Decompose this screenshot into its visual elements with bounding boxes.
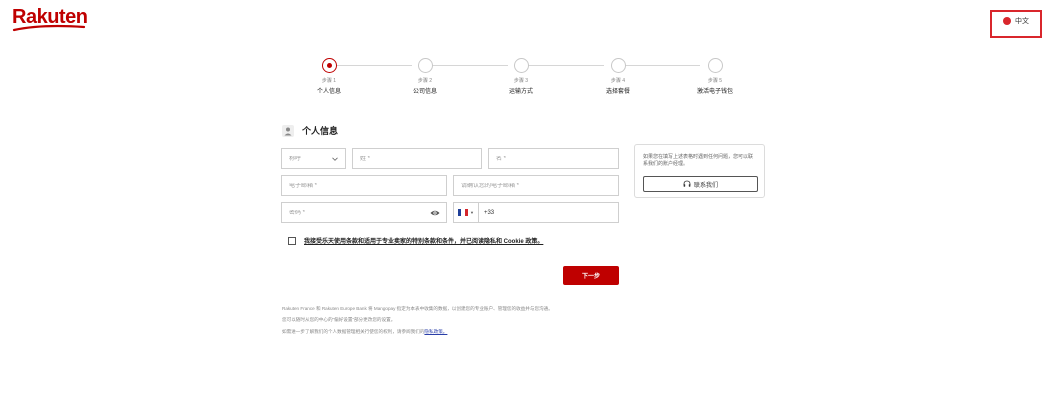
- disclaimer-line-2: 您可以随时从您的中心的“偏好设置”部分更改您的设置。: [282, 317, 396, 322]
- phone-input[interactable]: [497, 209, 578, 216]
- country-code-select[interactable]: ▼: [458, 203, 479, 222]
- eye-icon[interactable]: [430, 209, 440, 217]
- title-select[interactable]: [281, 148, 346, 169]
- email-confirm-field[interactable]: [453, 175, 619, 196]
- step-2: 步骤 2 公司信息: [395, 58, 455, 95]
- step-indicator: [610, 58, 626, 73]
- email-input[interactable]: [289, 182, 446, 189]
- france-flag-icon: [458, 209, 468, 216]
- first-name-input[interactable]: [496, 155, 618, 162]
- section-header: 个人信息: [282, 124, 338, 137]
- chevron-down-icon: [332, 157, 338, 161]
- step-number: 步骤 2: [417, 78, 433, 84]
- help-card: 如果您在填写上述表格时遇到任何问题，您可以联系我们的账户经理。 联系我们: [634, 144, 765, 198]
- progress-stepper: 步骤 1 个人信息 步骤 2 公司信息 步骤 3 运输方式 步骤 4 选择套餐 …: [300, 58, 740, 98]
- step-number: 步骤 4: [610, 78, 626, 84]
- email-confirm-input[interactable]: [461, 182, 618, 189]
- language-label: 中文: [1015, 18, 1029, 25]
- next-button[interactable]: 下一步: [563, 266, 619, 285]
- terms-link[interactable]: 我接受乐天使用条款和适用于专业卖家的特别条款和条件，并已阅读隐私和 Cookie…: [304, 236, 543, 245]
- password-field[interactable]: [281, 202, 447, 223]
- last-name-field[interactable]: [352, 148, 482, 169]
- password-input[interactable]: [289, 209, 446, 216]
- step-name: 个人信息: [316, 89, 341, 95]
- logo-swoosh-icon: [12, 24, 86, 32]
- step-indicator-active: [321, 58, 337, 73]
- disclaimer-line-3: 如需进一步了解我们的个人数据管理相关行使您的权利，请参阅我们的隐私政策。: [282, 329, 447, 335]
- china-flag-icon: [1003, 17, 1011, 25]
- disclaimer-line-1: Rakuten France 和 Rakuten Europe Bank 将 M…: [282, 306, 553, 311]
- step-number: 步骤 1: [321, 78, 337, 84]
- user-icon: [282, 124, 294, 137]
- step-indicator: [707, 58, 723, 73]
- first-name-field[interactable]: [488, 148, 619, 169]
- contact-us-button[interactable]: 联系我们: [643, 176, 758, 192]
- step-4: 步骤 4 选择套餐: [588, 58, 648, 95]
- terms-row: 我接受乐天使用条款和适用于专业卖家的特别条款和条件，并已阅读隐私和 Cookie…: [288, 236, 543, 245]
- step-number: 步骤 3: [513, 78, 529, 84]
- step-name: 公司信息: [412, 89, 437, 95]
- phone-code: +33: [483, 209, 495, 216]
- privacy-policy-link[interactable]: 隐私政策。: [424, 329, 447, 334]
- step-indicator: [513, 58, 529, 73]
- step-name: 激活电子钱包: [696, 89, 733, 95]
- step-3: 步骤 3 运输方式: [491, 58, 551, 95]
- last-name-input[interactable]: [360, 155, 481, 162]
- section-title: 个人信息: [302, 126, 339, 136]
- disclaimer-line-3-text: 如需进一步了解我们的个人数据管理相关行使您的权利，请参阅我们的: [282, 329, 425, 334]
- contact-us-label: 联系我们: [693, 182, 718, 189]
- step-number: 步骤 5: [707, 78, 723, 84]
- caret-down-icon: ▼: [470, 210, 474, 215]
- phone-field[interactable]: ▼ +33: [453, 202, 619, 223]
- step-name: 选择套餐: [605, 89, 630, 95]
- help-text: 如果您在填写上述表格时遇到任何问题，您可以联系我们的账户经理。: [643, 154, 754, 167]
- headset-icon: [683, 180, 691, 187]
- step-name: 运输方式: [508, 89, 533, 95]
- step-5: 步骤 5 激活电子钱包: [685, 58, 745, 95]
- email-field[interactable]: [281, 175, 447, 196]
- terms-checkbox[interactable]: [288, 236, 296, 245]
- language-selector[interactable]: 中文: [990, 10, 1042, 38]
- step-indicator: [417, 58, 433, 73]
- step-1: 步骤 1 个人信息: [299, 58, 359, 95]
